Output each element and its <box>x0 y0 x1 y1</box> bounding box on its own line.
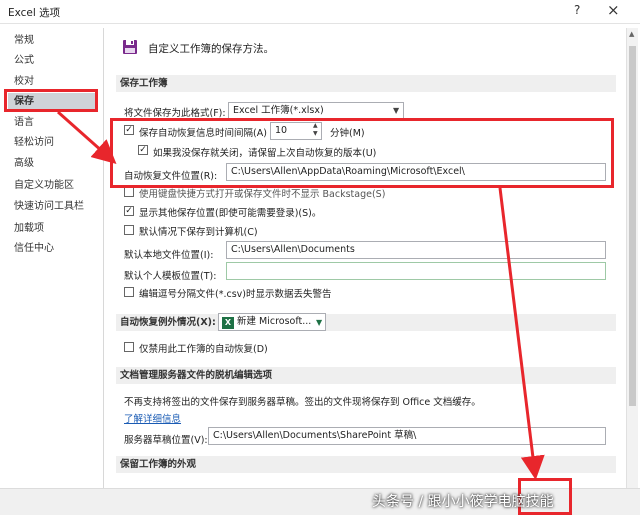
autorecover-location-label: 自动恢复文件位置(R): <box>124 171 218 182</box>
csv-warning-label: 编辑逗号分隔文件(*.csv)时显示数据丢失警告 <box>139 289 332 300</box>
autorecover-location-value: C:\Users\Allen\AppData\Roaming\Microsoft… <box>231 166 465 177</box>
scrollbar[interactable]: ▲ <box>626 28 638 488</box>
drafts-location-label: 服务器草稿位置(V): <box>124 435 208 446</box>
sidebar-item-save[interactable]: 保存 <box>8 93 96 111</box>
local-location-input[interactable]: C:\Users\Allen\Documents <box>226 241 606 259</box>
scroll-up-icon[interactable]: ▲ <box>629 30 634 38</box>
sidebar-item-customize-ribbon[interactable]: 自定义功能区 <box>8 177 96 195</box>
sidebar-item-addins[interactable]: 加载项 <box>8 220 96 238</box>
personal-templates-label: 默认个人模板位置(T): <box>124 271 217 282</box>
backstage-checkbox[interactable] <box>124 187 134 197</box>
watermark: 头条号 / 跟小小筱学电脑技能 <box>372 494 554 510</box>
excel-icon: X <box>222 317 234 329</box>
sidebar-item-quick-access[interactable]: 快速访问工具栏 <box>8 198 96 216</box>
save-format-label: 将文件保存为此格式(F): <box>124 108 226 119</box>
window-title: Excel 选项 <box>8 7 61 19</box>
save-format-value: Excel 工作簿(*.xlsx) <box>233 105 324 116</box>
exception-workbook-value: 新建 Microsoft... <box>237 316 312 327</box>
personal-templates-input[interactable] <box>226 262 606 280</box>
keep-last-version-checkbox[interactable]: ✓ <box>138 145 148 155</box>
main-panel: 自定义工作簿的保存方法。 保存工作簿 将文件保存为此格式(F): Excel 工… <box>108 28 624 488</box>
learn-more-link[interactable]: 了解详细信息 <box>124 411 181 425</box>
autorecover-location-input[interactable]: C:\Users\Allen\AppData\Roaming\Microsoft… <box>226 163 606 181</box>
sidebar-item-advanced[interactable]: 高级 <box>8 155 96 173</box>
scroll-thumb[interactable] <box>629 46 636 406</box>
sidebar: 常规 公式 校对 保存 语言 轻松访问 高级 自定义功能区 快速访问工具栏 加载… <box>0 28 104 488</box>
section-autorecover-exceptions: 自动恢复例外情况(X): <box>116 314 616 331</box>
sidebar-item-language[interactable]: 语言 <box>8 114 96 132</box>
default-computer-label: 默认情况下保存到计算机(C) <box>139 227 258 238</box>
section-save-workbooks: 保存工作簿 <box>116 75 616 92</box>
sidebar-item-formulas[interactable]: 公式 <box>8 52 96 70</box>
keep-last-version-label: 如果我没保存就关闭，请保留上次自动恢复的版本(U) <box>153 148 377 159</box>
show-additional-checkbox[interactable]: ✓ <box>124 206 134 216</box>
page-header: 自定义工作簿的保存方法。 <box>148 43 274 55</box>
autorecover-minutes-value: 10 <box>275 125 288 136</box>
sidebar-item-accessibility[interactable]: 轻松访问 <box>8 134 96 152</box>
spinner-icon[interactable]: ▲ ▼ <box>313 122 318 138</box>
default-computer-checkbox[interactable] <box>124 225 134 235</box>
autorecover-exceptions-label: 自动恢复例外情况(X): <box>120 317 216 328</box>
section-preserve-appearance: 保留工作簿的外观 <box>116 456 616 473</box>
autorecover-label: 保存自动恢复信息时间间隔(A) <box>139 128 267 139</box>
offline-note: 不再支持将签出的文件保存到服务器草稿。签出的文件现将保存到 Office 文档缓… <box>124 397 481 408</box>
title-bar: Excel 选项 ? × <box>0 0 640 24</box>
disable-autorecover-checkbox[interactable] <box>124 342 134 352</box>
csv-warning-checkbox[interactable] <box>124 287 134 297</box>
chevron-down-icon: ▼ <box>316 318 323 327</box>
section-offline-editing: 文档管理服务器文件的脱机编辑选项 <box>116 367 616 384</box>
exception-workbook-select[interactable]: X 新建 Microsoft... <box>218 313 326 331</box>
sidebar-item-general[interactable]: 常规 <box>8 32 96 50</box>
show-additional-label: 显示其他保存位置(即使可能需要登录)(S)。 <box>139 208 322 219</box>
autorecover-checkbox[interactable]: ✓ <box>124 125 134 135</box>
drafts-location-input[interactable]: C:\Users\Allen\Documents\SharePoint 草稿\ <box>208 427 606 445</box>
local-location-label: 默认本地文件位置(I): <box>124 250 214 261</box>
autorecover-unit: 分钟(M) <box>330 128 365 139</box>
disable-autorecover-label: 仅禁用此工作簿的自动恢复(D) <box>139 344 268 355</box>
save-format-select[interactable]: Excel 工作簿(*.xlsx) <box>228 102 404 120</box>
help-icon[interactable]: ? <box>574 3 580 17</box>
chevron-down-icon: ▼ <box>393 106 400 115</box>
local-location-value: C:\Users\Allen\Documents <box>231 244 355 255</box>
floppy-disk-icon <box>123 40 137 54</box>
sidebar-item-trust-center[interactable]: 信任中心 <box>8 240 96 258</box>
close-icon[interactable]: × <box>607 1 620 19</box>
drafts-location-value: C:\Users\Allen\Documents\SharePoint 草稿\ <box>213 430 417 441</box>
sidebar-item-proofing[interactable]: 校对 <box>8 73 96 91</box>
backstage-label: 使用键盘快捷方式打开或保存文件时不显示 Backstage(S) <box>139 189 386 200</box>
